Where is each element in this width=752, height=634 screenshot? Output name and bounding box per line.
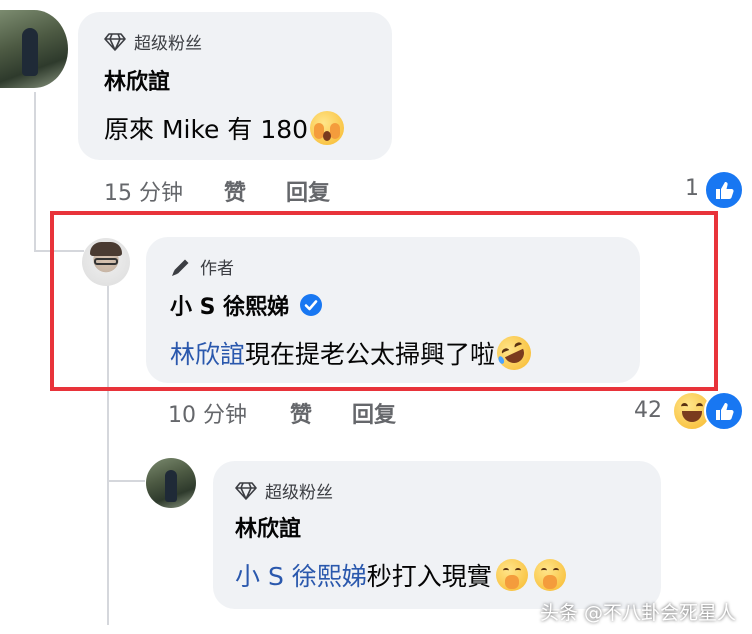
comment-bubble: 超级粉丝 林欣誼 原來 Mike 有 180	[78, 12, 392, 160]
author-name[interactable]: 林欣誼	[235, 511, 301, 543]
avatar-figure	[165, 470, 177, 502]
comment-author[interactable]: 林欣誼	[104, 64, 170, 96]
fan-badge: 超级粉丝	[104, 29, 202, 54]
reply-button[interactable]: 回复	[286, 175, 330, 207]
comment-time: 10 分钟	[168, 403, 247, 428]
mention-link[interactable]: 小 S 徐熙娣	[235, 557, 367, 593]
reaction-count: 1	[685, 176, 699, 201]
badge-label: 超级粉丝	[134, 34, 202, 54]
hand-over-mouth-emoji-icon	[495, 559, 528, 591]
comment-body: 原來 Mike 有 180	[104, 115, 309, 144]
comment-body: 秒打入現實	[366, 562, 492, 591]
watermark: 头条 @不八卦会死星人	[540, 602, 737, 624]
thread-line-main	[34, 92, 36, 252]
reply-button[interactable]: 回复	[352, 397, 396, 429]
like-button[interactable]: 赞	[290, 397, 312, 429]
shocked-face-emoji-icon	[310, 111, 345, 145]
hand-over-mouth-emoji-icon	[533, 559, 566, 591]
fan-badge: 超级粉丝	[235, 478, 333, 503]
diamond-icon	[104, 32, 126, 51]
avatar-figure	[22, 28, 38, 76]
diamond-icon	[235, 481, 257, 500]
avatar[interactable]	[146, 458, 196, 508]
author-name[interactable]: 林欣誼	[104, 64, 170, 96]
highlight-box	[50, 211, 718, 391]
badge-label: 超级粉丝	[265, 483, 333, 503]
like-reaction-icon[interactable]	[704, 391, 744, 431]
comment-author[interactable]: 林欣誼	[235, 511, 301, 543]
comment-time: 15 分钟	[104, 181, 183, 206]
thread-line-reply-branch	[107, 480, 145, 482]
comment-bubble: 超级粉丝 林欣誼 小 S 徐熙娣 秒打入現實	[213, 461, 661, 609]
reaction-count: 42	[634, 398, 662, 423]
comment-text: 原來 Mike 有 180	[104, 110, 345, 146]
avatar[interactable]	[0, 10, 68, 88]
comment-text: 小 S 徐熙娣 秒打入現實	[235, 557, 566, 593]
like-button[interactable]: 赞	[224, 175, 246, 207]
like-reaction-icon[interactable]	[704, 170, 744, 210]
